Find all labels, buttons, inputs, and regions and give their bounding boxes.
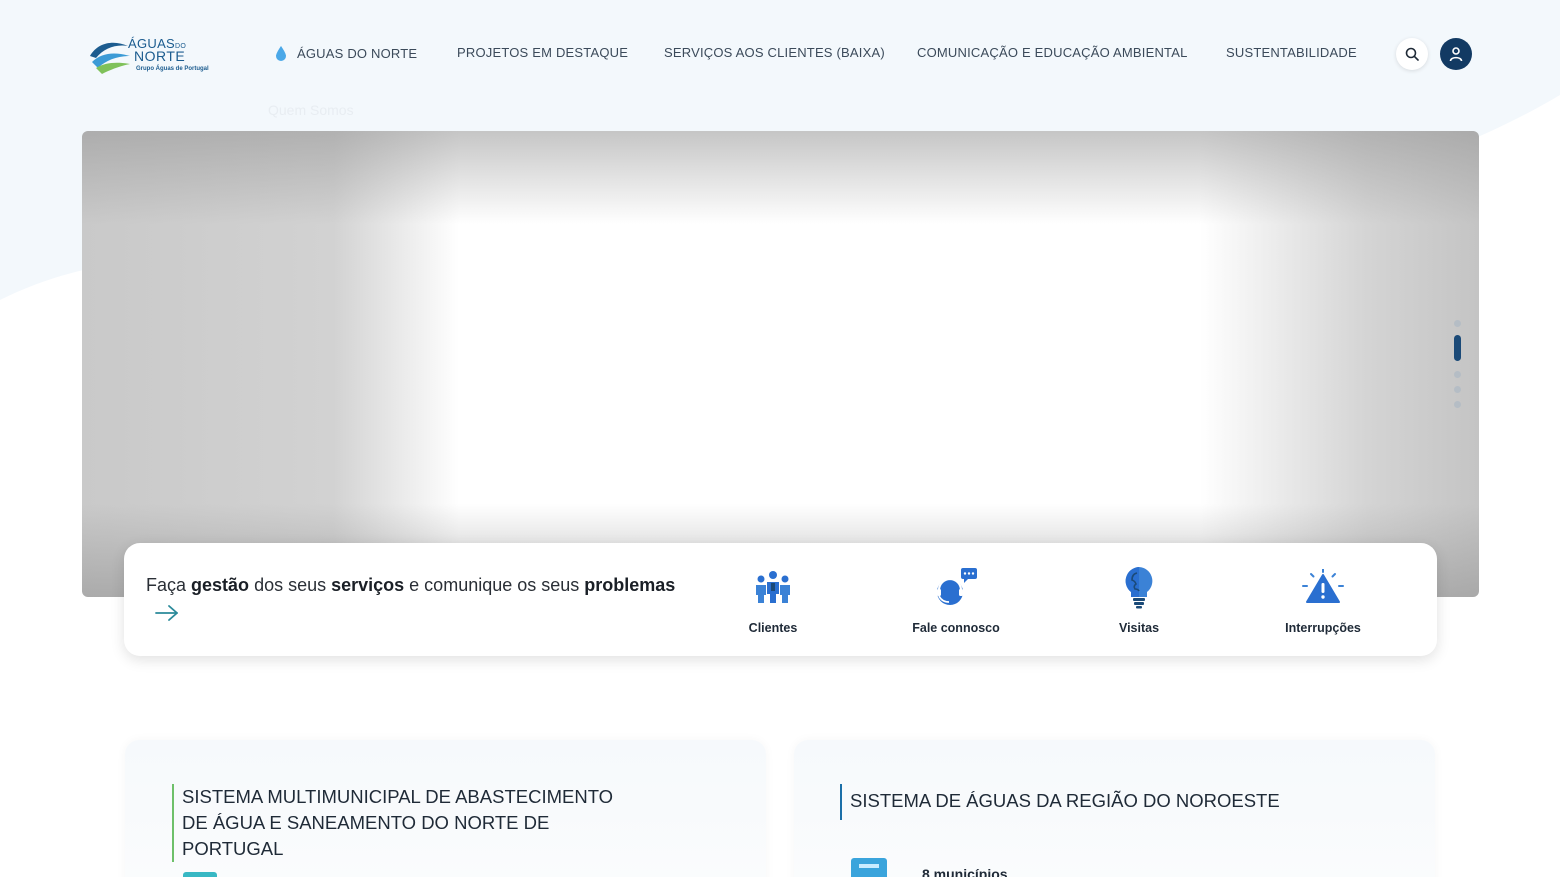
system-card-multimunicipal[interactable]: SISTEMA MULTIMUNICIPAL DE ABASTECIMENTO … — [125, 740, 766, 877]
lightbulb-head-icon — [1125, 567, 1153, 609]
service-label: Interrupções — [1285, 621, 1361, 635]
logo-tagline: Grupo Águas de Portugal — [136, 66, 209, 72]
search-icon — [1405, 47, 1419, 61]
nav-item-label: COMUNICAÇÃO E EDUCAÇÃO AMBIENTAL — [917, 45, 1188, 60]
services-card: Faça gestão dos seus serviços e comuniqu… — [124, 543, 1437, 656]
service-clientes[interactable]: Clientes — [703, 565, 843, 635]
slide-dot-active[interactable] — [1453, 335, 1461, 361]
nav-item-projetos[interactable]: PROJETOS EM DESTAQUE — [457, 45, 628, 60]
nav-item-label: SUSTENTABILIDADE — [1226, 45, 1357, 60]
slide-dot[interactable] — [1453, 401, 1461, 408]
warning-alert-icon — [1302, 569, 1344, 603]
logo-wave-icon — [90, 42, 130, 74]
nav-item-comunicacao[interactable]: COMUNICAÇÃO E EDUCAÇÃO AMBIENTAL — [917, 45, 1188, 60]
service-label: Visitas — [1118, 621, 1160, 635]
municipalities-count: 8 municípios — [922, 866, 1008, 877]
submenu-ghost-text: Quem Somos — [268, 102, 354, 118]
nav-item-servicos[interactable]: SERVIÇOS AOS CLIENTES (BAIXA) — [664, 45, 885, 60]
card-title: SISTEMA DE ÁGUAS DA REGIÃO DO NOROESTE — [840, 784, 1280, 820]
headset-chat-icon — [937, 568, 977, 605]
arrow-right-icon[interactable] — [154, 603, 180, 623]
site-header: ÁGUASDO NORTE Grupo Águas de Portugal ÁG… — [0, 0, 1560, 118]
slide-dot[interactable] — [1453, 386, 1461, 393]
water-drop-icon — [276, 46, 286, 61]
slide-dot[interactable] — [1453, 371, 1461, 378]
card-title: SISTEMA MULTIMUNICIPAL DE ABASTECIMENTO … — [172, 784, 632, 862]
aguas-do-norte-logo[interactable]: ÁGUASDO NORTE Grupo Águas de Portugal — [88, 34, 228, 76]
services-prompt: Faça gestão dos seus serviços e comuniqu… — [146, 575, 676, 595]
nav-item-aguas-do-norte[interactable]: ÁGUAS DO NORTE — [275, 45, 417, 61]
building-icon — [851, 858, 887, 877]
nav-item-label: ÁGUAS DO NORTE — [297, 45, 418, 61]
hero-slide-pagination — [1453, 320, 1461, 416]
logo-line2: NORTE — [134, 48, 186, 64]
user-account-button[interactable] — [1440, 38, 1472, 70]
system-icon — [183, 872, 217, 877]
nav-item-label: SERVIÇOS AOS CLIENTES (BAIXA) — [664, 45, 885, 60]
search-button[interactable] — [1396, 38, 1428, 70]
slide-dot[interactable] — [1453, 320, 1461, 327]
service-fale-connosco[interactable]: Fale connosco — [886, 565, 1026, 635]
system-card-noroeste[interactable]: SISTEMA DE ÁGUAS DA REGIÃO DO NOROESTE 8… — [794, 740, 1435, 877]
service-label: Fale connosco — [912, 621, 1000, 635]
service-label: Clientes — [748, 621, 798, 635]
nav-item-sustentabilidade[interactable]: SUSTENTABILIDADE — [1226, 45, 1357, 60]
service-visitas[interactable]: Visitas — [1069, 565, 1209, 635]
nav-item-label: PROJETOS EM DESTAQUE — [457, 45, 629, 60]
service-interrupcoes[interactable]: Interrupções — [1253, 565, 1393, 635]
hero-banner — [82, 131, 1479, 597]
user-icon — [1449, 47, 1463, 62]
people-group-icon — [756, 571, 790, 603]
